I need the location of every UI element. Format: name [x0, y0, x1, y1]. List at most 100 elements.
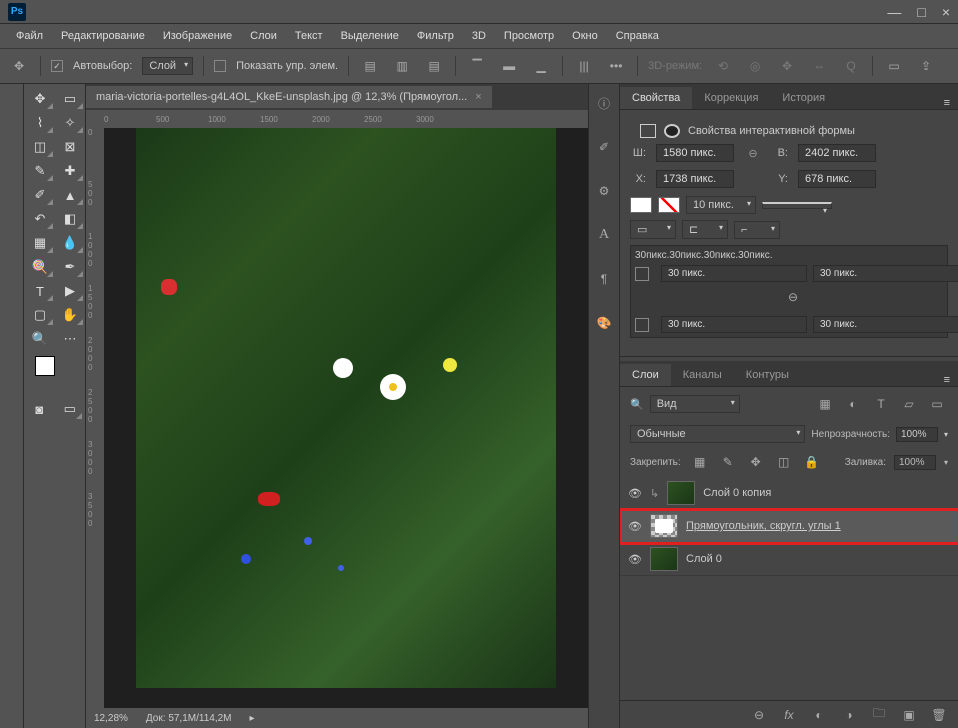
- minimize-button[interactable]: —: [887, 4, 901, 20]
- layers-panel-menu-icon[interactable]: ≡: [936, 374, 958, 386]
- layer-name[interactable]: Слой 0 копия: [703, 487, 950, 499]
- zoom-level[interactable]: 12,28%: [94, 713, 128, 724]
- menu-file[interactable]: Файл: [8, 27, 51, 45]
- document-tab[interactable]: maria-victoria-portelles-g4L4OL_KkeE-uns…: [86, 86, 492, 108]
- hand-tool[interactable]: ✋: [56, 304, 84, 326]
- corner-bl-checkbox[interactable]: [635, 318, 649, 332]
- 3d-roll-icon[interactable]: ◎: [744, 55, 766, 77]
- share-icon[interactable]: ⇪: [915, 55, 937, 77]
- doc-size[interactable]: Док: 57,1M/114,2M: [146, 713, 232, 724]
- gradient-tool[interactable]: ▦: [26, 232, 54, 254]
- paragraph-panel-icon[interactable]: ¶: [593, 266, 615, 292]
- align-center-v-icon[interactable]: ▬: [498, 55, 520, 77]
- menu-edit[interactable]: Редактирование: [53, 27, 153, 45]
- 3d-orbit-icon[interactable]: ⟲: [712, 55, 734, 77]
- tab-paths[interactable]: Контуры: [734, 364, 801, 386]
- stamp-tool[interactable]: ▲: [56, 184, 84, 206]
- layer-name[interactable]: Слой 0: [686, 553, 950, 565]
- layer-row[interactable]: 👁↳Слой 0 копия: [620, 477, 958, 510]
- canvas[interactable]: [104, 128, 588, 708]
- maximize-button[interactable]: □: [917, 4, 925, 20]
- close-tab-icon[interactable]: ×: [475, 91, 481, 103]
- lock-all-icon[interactable]: 🔒: [801, 451, 823, 473]
- align-top-icon[interactable]: ▔: [466, 55, 488, 77]
- align-right-icon[interactable]: ▤: [423, 55, 445, 77]
- brushes-panel-icon[interactable]: ✐: [593, 134, 615, 160]
- layer-mask-icon[interactable]: ◐: [808, 704, 830, 726]
- quick-mask-tool[interactable]: ◙: [26, 398, 53, 420]
- distribute-h-icon[interactable]: |||: [573, 55, 595, 77]
- crop-tool[interactable]: ◫: [26, 136, 54, 158]
- stroke-caps-select[interactable]: ⊏: [682, 220, 728, 239]
- 3d-pan-icon[interactable]: ✥: [776, 55, 798, 77]
- opacity-chevron-icon[interactable]: ▾: [944, 430, 948, 439]
- show-controls-checkbox[interactable]: [214, 60, 226, 72]
- blur-tool[interactable]: 💧: [56, 232, 84, 254]
- fill-chevron-icon[interactable]: ▾: [944, 458, 948, 467]
- x-input[interactable]: [656, 170, 734, 188]
- layer-visibility-icon[interactable]: 👁: [628, 520, 642, 533]
- lock-pixels-icon[interactable]: ▦: [689, 451, 711, 473]
- link-wh-icon[interactable]: ⊖: [744, 147, 762, 160]
- corner-tl-checkbox[interactable]: [635, 267, 649, 281]
- align-center-h-icon[interactable]: ▥: [391, 55, 413, 77]
- tab-history[interactable]: История: [770, 87, 837, 109]
- magic-wand-tool[interactable]: ✧: [56, 112, 84, 134]
- 3d-zoom-icon[interactable]: Q: [840, 55, 862, 77]
- filter-shape-icon[interactable]: ▱: [898, 393, 920, 415]
- width-input[interactable]: [656, 144, 734, 162]
- menu-filter[interactable]: Фильтр: [409, 27, 462, 45]
- opacity-input[interactable]: 100%: [896, 427, 938, 442]
- healing-tool[interactable]: ✚: [56, 160, 84, 182]
- stroke-align-select[interactable]: ▭: [630, 220, 676, 239]
- zoom-tool[interactable]: 🔍: [26, 328, 54, 350]
- height-input[interactable]: [798, 144, 876, 162]
- lasso-tool[interactable]: ⌇: [26, 112, 54, 134]
- menu-3d[interactable]: 3D: [464, 27, 494, 45]
- autoselect-mode-select[interactable]: Слой: [142, 57, 193, 75]
- edit-toolbar[interactable]: ⋯: [56, 328, 84, 350]
- marquee-tool[interactable]: ▭: [56, 88, 84, 110]
- tab-properties[interactable]: Свойства: [620, 87, 692, 109]
- dodge-tool[interactable]: 🍭: [26, 256, 54, 278]
- color-swatches[interactable]: [35, 356, 75, 390]
- adjustments-panel-icon[interactable]: ⚙: [593, 178, 615, 204]
- layer-thumbnail[interactable]: [650, 547, 678, 571]
- menu-view[interactable]: Просмотр: [496, 27, 562, 45]
- menu-layers[interactable]: Слои: [242, 27, 285, 45]
- filter-smart-icon[interactable]: ▭: [926, 393, 948, 415]
- delete-layer-icon[interactable]: 🗑: [928, 704, 950, 726]
- move-tool[interactable]: ✥: [26, 88, 54, 110]
- link-layers-icon[interactable]: ⊖: [748, 704, 770, 726]
- menu-image[interactable]: Изображение: [155, 27, 240, 45]
- layer-name[interactable]: Прямоугольник, скругл. углы 1: [686, 520, 950, 532]
- layer-row[interactable]: 👁 Слой 0: [620, 543, 958, 576]
- tab-channels[interactable]: Каналы: [671, 364, 734, 386]
- rectangle-tool[interactable]: ▢: [26, 304, 54, 326]
- align-bottom-icon[interactable]: ▁: [530, 55, 552, 77]
- stroke-width-select[interactable]: 10 пикс.: [686, 196, 756, 214]
- new-group-icon[interactable]: 🗀: [868, 704, 890, 726]
- frame-tool[interactable]: ⊠: [56, 136, 84, 158]
- workspace-icon[interactable]: ▭: [883, 55, 905, 77]
- filter-pixel-icon[interactable]: ▦: [814, 393, 836, 415]
- status-chevron-icon[interactable]: ▸: [250, 713, 255, 724]
- new-layer-icon[interactable]: ▣: [898, 704, 920, 726]
- menu-help[interactable]: Справка: [608, 27, 667, 45]
- distribute-more-icon[interactable]: •••: [605, 55, 627, 77]
- menu-select[interactable]: Выделение: [333, 27, 407, 45]
- eraser-tool[interactable]: ◧: [56, 208, 84, 230]
- screen-mode-tool[interactable]: ▭: [57, 398, 84, 420]
- new-adjustment-icon[interactable]: ◑: [838, 704, 860, 726]
- path-select-tool[interactable]: ▶: [56, 280, 84, 302]
- y-input[interactable]: [798, 170, 876, 188]
- pen-tool[interactable]: ✒: [56, 256, 84, 278]
- layer-thumbnail[interactable]: [650, 514, 678, 538]
- filter-type-icon[interactable]: T: [870, 393, 892, 415]
- corner-bl-input[interactable]: [661, 316, 807, 333]
- layer-visibility-icon[interactable]: 👁: [628, 553, 642, 566]
- filter-adjust-icon[interactable]: ◐: [842, 393, 864, 415]
- tab-correction[interactable]: Коррекция: [692, 87, 770, 109]
- stroke-color-swatch[interactable]: [658, 197, 680, 213]
- lock-artboard-icon[interactable]: ◫: [773, 451, 795, 473]
